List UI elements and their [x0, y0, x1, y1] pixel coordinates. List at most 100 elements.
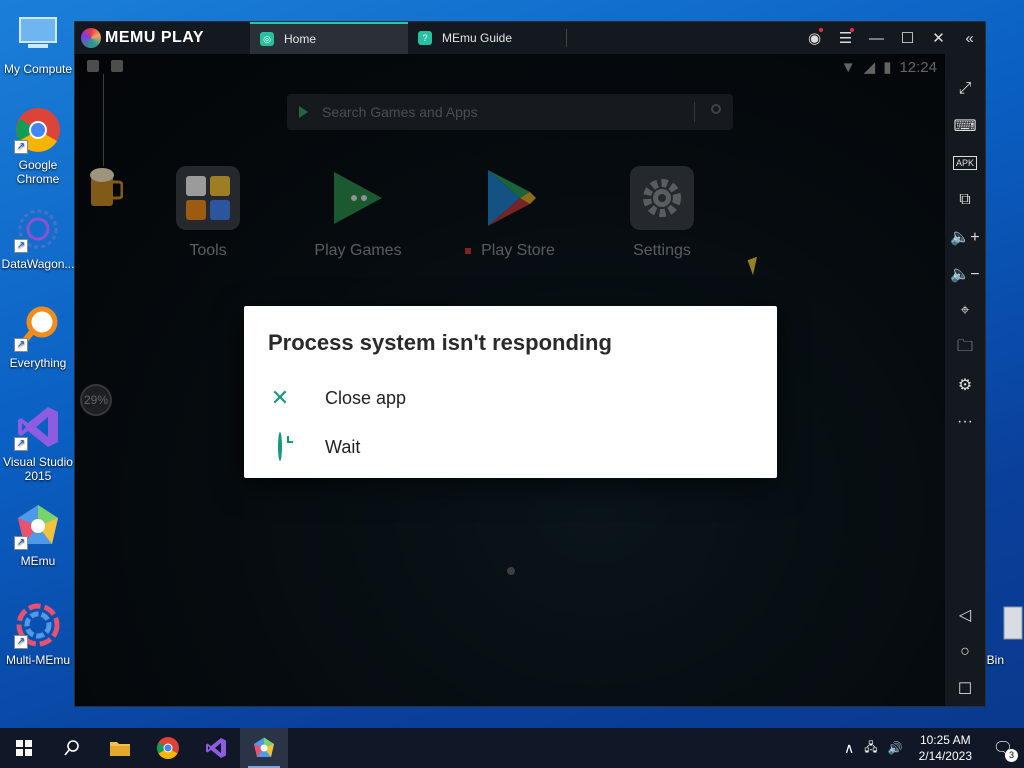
fullscreen-button[interactable]: ⤢ — [945, 74, 985, 104]
wait-option[interactable]: Wait — [268, 432, 361, 461]
account-button[interactable]: ◉ — [799, 22, 830, 54]
desktop-icon-label: DataWagon... — [1, 257, 75, 271]
minimize-button[interactable]: — — [861, 22, 892, 54]
shortcut-arrow-icon: ↗ — [14, 536, 28, 550]
tab-home[interactable]: ◎ Home — [250, 22, 408, 54]
memu-logo: MEMU PLAY — [75, 28, 250, 48]
memu-icon: ◎ — [260, 32, 274, 46]
taskbar-memu[interactable] — [240, 728, 288, 768]
help-icon: ? — [418, 31, 432, 45]
tab-label: Home — [284, 32, 317, 46]
network-icon[interactable]: 🖧 — [860, 738, 881, 759]
shortcut-arrow-icon: ↗ — [14, 338, 28, 352]
tab-memu-guide[interactable]: ? MEmu Guide — [408, 22, 566, 54]
volume-icon[interactable]: 🔊 — [882, 741, 909, 755]
folder-button[interactable]: 🗀 — [945, 333, 985, 363]
folder-icon — [110, 742, 130, 756]
home-button[interactable]: ○ — [945, 637, 985, 667]
desktop-icon-my-computer[interactable]: My Compute — [0, 10, 76, 76]
tray-overflow-icon[interactable]: ∧ — [838, 740, 860, 757]
shortcut-arrow-icon: ↗ — [14, 239, 28, 253]
android-screen: ▼ ◢ ▮ 12:24 Search Games and Apps Tools — [75, 54, 945, 706]
shortcut-arrow-icon: ↗ — [14, 437, 28, 451]
notification-count-badge: 3 — [1005, 749, 1018, 762]
menu-button[interactable]: ☰ — [830, 22, 861, 54]
datawagon-icon: ↗ — [14, 205, 62, 253]
taskbar-chrome[interactable] — [144, 728, 192, 768]
action-center-button[interactable]: 🗨 3 — [982, 728, 1024, 768]
maximize-button[interactable]: ☐ — [892, 22, 923, 54]
start-button[interactable] — [0, 728, 48, 768]
location-button[interactable]: ⌖ — [945, 296, 985, 326]
option-label: Wait — [325, 436, 361, 457]
desktop-icon-google-chrome[interactable]: ↗ Google Chrome — [0, 106, 76, 186]
folder-icon: 🗀 — [956, 337, 973, 355]
double-chevron-left-icon: « — [965, 29, 974, 47]
desktop-icon-datawagon[interactable]: ↗ DataWagon... — [0, 205, 76, 271]
multi-window-icon: ⧉ — [959, 191, 971, 208]
memu-icon: ↗ — [14, 502, 62, 550]
back-button[interactable]: ◁ — [945, 600, 985, 630]
memu-logo-icon — [81, 28, 101, 48]
visual-studio-icon — [206, 738, 226, 758]
system-tray: ∧ 🖧 🔊 10:25 AM 2/14/2023 🗨 3 — [838, 728, 1024, 768]
recents-icon: ☐ — [957, 681, 973, 698]
desktop-icon-memu[interactable]: ↗ MEmu — [0, 502, 76, 568]
shortcut-arrow-icon: ↗ — [14, 140, 28, 154]
computer-icon — [14, 10, 62, 58]
chrome-icon — [157, 737, 179, 759]
visual-studio-icon: ↗ — [14, 403, 62, 451]
chrome-icon: ↗ — [14, 106, 62, 154]
home-icon: ○ — [960, 643, 970, 660]
volume-down-button[interactable]: 🔈− — [945, 259, 985, 289]
search-button[interactable] — [48, 728, 96, 768]
taskbar-file-explorer[interactable] — [96, 728, 144, 768]
taskbar: ∧ 🖧 🔊 10:25 AM 2/14/2023 🗨 3 — [0, 728, 1024, 768]
anr-dialog: Process system isn't responding ✕ Close … — [244, 306, 777, 478]
apk-button[interactable]: APK — [945, 148, 985, 178]
close-button[interactable]: ✕ — [923, 22, 954, 54]
clock-date: 2/14/2023 — [918, 749, 972, 763]
magnifier-icon: ↗ — [14, 304, 62, 352]
tab-separator — [566, 29, 567, 47]
close-icon: ✕ — [932, 30, 945, 47]
desktop-icon-label: MEmu — [20, 554, 56, 568]
more-icon: ··· — [957, 413, 973, 430]
close-icon: ✕ — [270, 385, 290, 410]
more-button[interactable]: ··· — [945, 407, 985, 437]
fullscreen-icon: ⤢ — [958, 80, 972, 97]
search-icon — [64, 740, 79, 756]
title-bar: MEMU PLAY ◎ Home ? MEmu Guide ◉ ☰ — ☐ ✕ … — [75, 22, 985, 54]
desktop-icon-multi-memu[interactable]: ↗ Multi-MEmu — [0, 601, 76, 667]
maximize-icon: ☐ — [900, 30, 915, 47]
settings-icon: ⚙ — [957, 377, 973, 394]
multi-window-button[interactable]: ⧉ — [945, 185, 985, 215]
right-sidebar: ⤢ ⌨ APK ⧉ 🔈+ 🔈− ⌖ 🗀 ⚙ ··· ◁ ○ ☐ — [945, 54, 985, 706]
recents-button[interactable]: ☐ — [945, 674, 985, 704]
clock-icon — [268, 432, 292, 461]
close-app-option[interactable]: ✕ Close app — [268, 384, 406, 412]
tab-label: MEmu Guide — [442, 31, 513, 45]
taskbar-clock[interactable]: 10:25 AM 2/14/2023 — [909, 732, 982, 764]
collapse-sidebar-button[interactable]: « — [954, 22, 985, 54]
keyboard-icon: ⌨ — [953, 118, 977, 135]
memu-icon — [254, 737, 274, 757]
volume-up-button[interactable]: 🔈+ — [945, 222, 985, 252]
desktop-icon-visual-studio[interactable]: ↗ Visual Studio 2015 — [0, 403, 76, 483]
memu-window: MEMU PLAY ◎ Home ? MEmu Guide ◉ ☰ — ☐ ✕ … — [74, 21, 986, 707]
clock-time: 10:25 AM — [919, 733, 971, 747]
desktop-icon-label: Everything — [9, 356, 67, 370]
windows-icon — [16, 740, 32, 756]
desktop-icon-label: Multi-MEmu — [5, 653, 70, 667]
memu-brand: MEMU PLAY — [105, 29, 205, 46]
desktop-icon-everything[interactable]: ↗ Everything — [0, 304, 76, 370]
taskbar-visual-studio[interactable] — [192, 728, 240, 768]
apk-icon: APK — [952, 156, 977, 170]
settings-button[interactable]: ⚙ — [945, 370, 985, 400]
desktop-icon-label: Google Chrome — [16, 158, 60, 186]
desktop-icon-label: My Compute — [3, 62, 73, 76]
keyboard-button[interactable]: ⌨ — [945, 111, 985, 141]
desktop-icon-label: Visual Studio 2015 — [3, 455, 73, 483]
option-label: Close app — [325, 387, 407, 408]
dialog-title: Process system isn't responding — [268, 330, 612, 355]
